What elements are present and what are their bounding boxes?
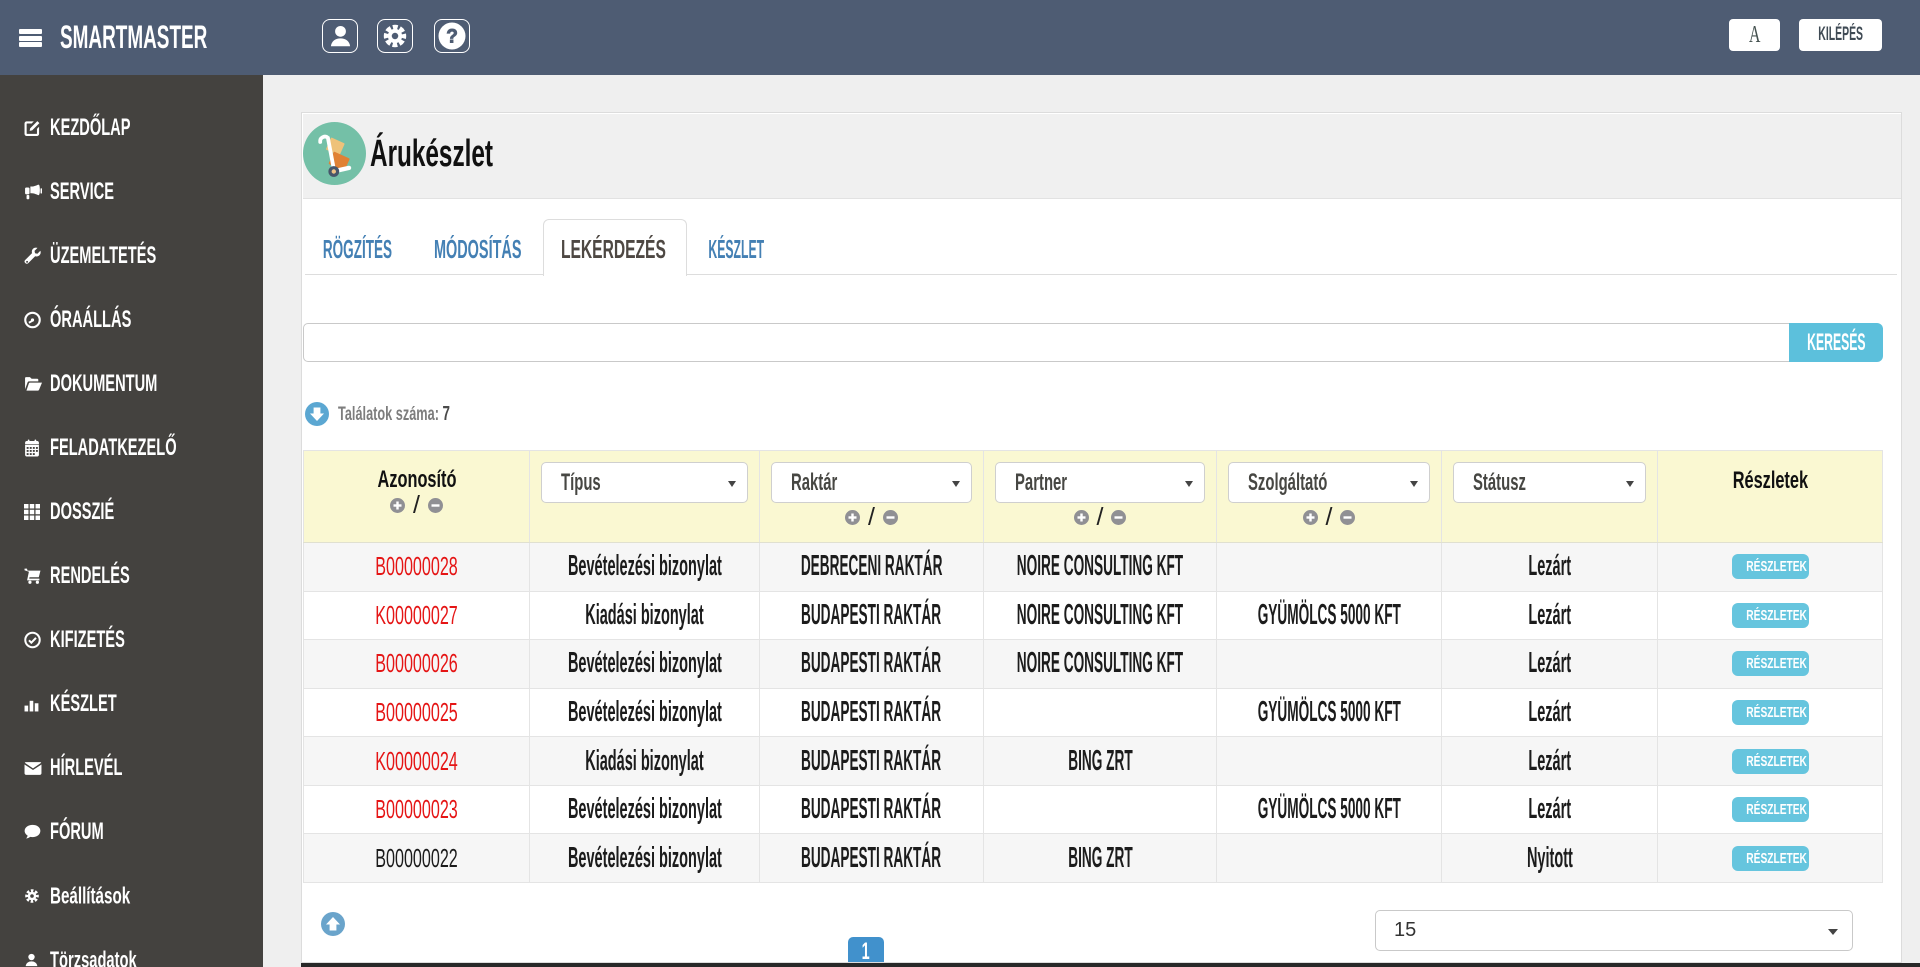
svg-text:?: ?	[446, 27, 458, 48]
